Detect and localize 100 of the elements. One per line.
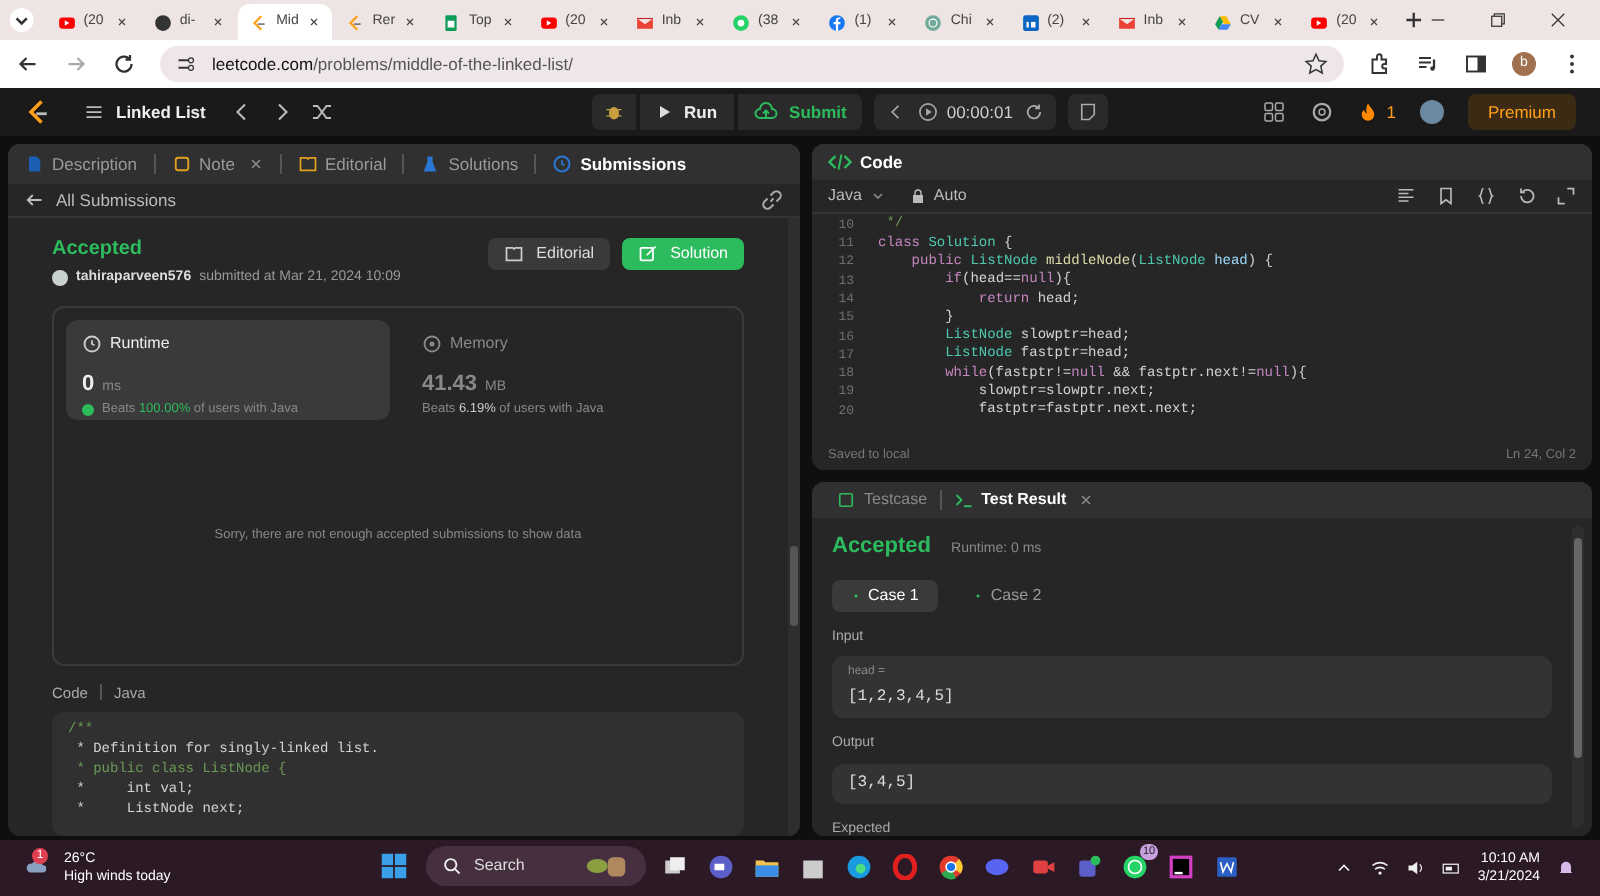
ij-logo-icon[interactable] xyxy=(1167,853,1193,879)
stat-title: Memory xyxy=(450,331,508,355)
windows-icon[interactable] xyxy=(380,852,408,880)
close-icon[interactable] xyxy=(1272,16,1285,28)
debug-button[interactable] xyxy=(592,94,636,130)
panel-tab[interactable]: Description xyxy=(24,151,138,177)
badge-icon xyxy=(82,403,94,416)
case-tab[interactable]: Case 1 xyxy=(832,579,939,611)
format-icon[interactable] xyxy=(1396,186,1416,206)
plus-icon[interactable] xyxy=(1402,8,1427,32)
list-icon xyxy=(84,102,104,122)
windows-stack-icon[interactable] xyxy=(661,853,687,879)
auto-mode-toggle[interactable]: Auto xyxy=(909,184,967,208)
close-icon[interactable] xyxy=(501,16,514,28)
note-icon xyxy=(171,154,192,174)
case-tab[interactable]: Case 2 xyxy=(954,579,1062,611)
in-logo-icon xyxy=(1021,13,1040,31)
dot-icon xyxy=(852,591,860,599)
panel-tab[interactable]: Test Result xyxy=(953,488,1095,512)
language-dropdown[interactable]: Java xyxy=(828,184,886,208)
submit-button[interactable]: Submit xyxy=(737,94,863,130)
mail-icon xyxy=(1117,13,1136,31)
braces-icon[interactable] xyxy=(1476,186,1496,206)
close-icon[interactable] xyxy=(886,16,899,28)
close-icon[interactable] xyxy=(308,16,321,28)
close-icon[interactable] xyxy=(694,16,706,28)
puzzle-icon[interactable] xyxy=(1368,52,1392,76)
w-logo-icon[interactable] xyxy=(1213,853,1239,879)
panel-title: Code xyxy=(860,149,903,175)
document-icon xyxy=(24,154,44,174)
settings-icon[interactable] xyxy=(1310,100,1335,124)
close-icon[interactable] xyxy=(790,16,803,28)
youtube-icon xyxy=(57,13,76,31)
bell-icon[interactable] xyxy=(1556,858,1576,878)
edit-icon xyxy=(638,244,659,264)
panel-tab[interactable]: Submissions xyxy=(552,151,687,177)
close-icon[interactable] xyxy=(1175,16,1188,28)
panel-tab[interactable]: Solutions xyxy=(420,151,519,177)
youtube-icon xyxy=(1310,13,1329,31)
f-logo-icon xyxy=(828,13,847,31)
scrollbar[interactable] xyxy=(1572,526,1584,828)
close-icon[interactable] xyxy=(1548,10,1569,30)
chevron-down-icon xyxy=(869,188,886,204)
browser-logo-icon[interactable] xyxy=(937,853,963,879)
problem-list-button[interactable]: Linked List xyxy=(84,99,206,125)
link-icon[interactable] xyxy=(760,188,784,212)
run-button[interactable]: Run xyxy=(640,94,734,130)
leaf-drawing xyxy=(582,852,630,880)
streak-counter[interactable]: 1 xyxy=(1358,99,1396,125)
expand-icon[interactable] xyxy=(1556,186,1576,206)
address-bar[interactable]: leetcode.com/problems/middle-of-the-linked-list/ xyxy=(160,46,1344,82)
output-value: [3,4,5] xyxy=(848,771,916,795)
media-icon[interactable] xyxy=(1416,52,1440,76)
back-icon[interactable] xyxy=(16,52,40,76)
premium-button[interactable]: Premium xyxy=(1467,94,1576,130)
notes-button[interactable] xyxy=(1068,94,1109,130)
editorial-button[interactable]: Editorial xyxy=(488,238,611,270)
o-logo-icon[interactable] xyxy=(891,853,917,879)
play-circle-icon xyxy=(918,102,939,122)
close-icon[interactable] xyxy=(115,16,128,28)
close-icon[interactable] xyxy=(1368,16,1381,28)
clock-icon xyxy=(552,154,573,174)
reset-icon[interactable] xyxy=(1024,102,1045,122)
user-avatar[interactable] xyxy=(1419,100,1444,124)
user-avatar xyxy=(52,270,68,287)
flame-icon xyxy=(1358,100,1379,124)
reload-icon[interactable] xyxy=(112,52,136,76)
undo-icon[interactable] xyxy=(1516,186,1536,206)
mail-icon xyxy=(635,13,654,31)
dropdown-icon[interactable] xyxy=(8,6,36,34)
panel-tab[interactable]: Editorial xyxy=(297,151,387,177)
close-icon[interactable] xyxy=(1079,16,1092,28)
search-field[interactable]: Search xyxy=(426,846,646,886)
chip-icon xyxy=(422,333,442,353)
close-icon[interactable] xyxy=(983,16,996,28)
logo-icon[interactable] xyxy=(24,98,52,126)
panel-tab[interactable]: Note xyxy=(171,151,263,177)
shuffle-icon[interactable] xyxy=(309,100,334,124)
triangle-icon xyxy=(1213,13,1232,31)
scrollbar[interactable] xyxy=(788,218,800,836)
side-panel-icon[interactable] xyxy=(1464,52,1488,76)
volume-icon[interactable] xyxy=(1405,858,1426,878)
restore-icon[interactable] xyxy=(1488,10,1509,30)
book-icon xyxy=(297,154,317,174)
bookmark-icon[interactable] xyxy=(1436,186,1456,206)
close-icon[interactable] xyxy=(404,16,417,28)
grid-icon[interactable] xyxy=(1262,100,1287,124)
bug-icon xyxy=(604,102,624,122)
panel-tab[interactable]: Testcase xyxy=(836,488,928,512)
battery-icon[interactable] xyxy=(1441,858,1462,878)
close-icon[interactable] xyxy=(597,16,610,28)
site-settings-icon[interactable] xyxy=(176,54,196,74)
wifi-icon[interactable] xyxy=(1369,858,1390,878)
close-icon[interactable] xyxy=(212,16,225,28)
note-icon xyxy=(1078,102,1099,122)
star-icon[interactable] xyxy=(1304,52,1328,76)
chat-icon xyxy=(732,13,750,31)
all-submissions-link[interactable]: All Submissions xyxy=(24,187,176,213)
stat-value: 0 xyxy=(82,369,95,399)
stat-value: 41.43 xyxy=(422,369,478,399)
